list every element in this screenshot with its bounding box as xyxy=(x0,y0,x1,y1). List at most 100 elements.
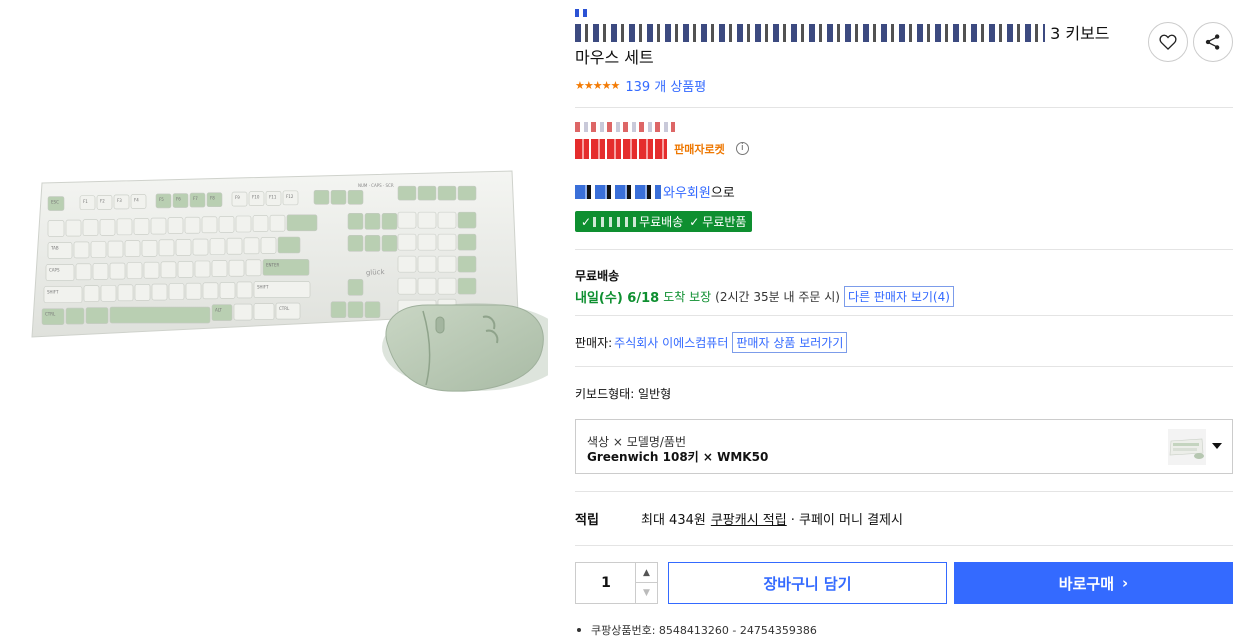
keycap xyxy=(184,216,201,234)
check-icon: ✓ xyxy=(689,214,700,229)
keycap xyxy=(364,213,381,230)
keycap xyxy=(457,185,477,201)
keycap xyxy=(330,189,347,205)
keycap xyxy=(245,259,262,277)
keycap-label: F3 xyxy=(117,198,122,203)
wow-member-price: 와우회원 으로 xyxy=(575,182,735,201)
delivery-date: 내일(수) 6/18 xyxy=(575,291,660,306)
keycap xyxy=(194,260,211,278)
info-icon[interactable]: i xyxy=(735,142,749,155)
coupang-cash-link[interactable]: 쿠팡캐시 적립 xyxy=(711,509,787,528)
keycap xyxy=(109,306,211,324)
keycap-label: F1 xyxy=(83,199,88,204)
quantity-input[interactable] xyxy=(576,563,636,603)
chevron-down-icon xyxy=(1212,443,1222,449)
keycap-label: CTRL xyxy=(279,306,290,311)
keycap xyxy=(90,241,107,258)
keycap-label: CTRL xyxy=(45,312,56,317)
heart-icon xyxy=(1159,34,1177,51)
product-main-image[interactable]: ESC F1 F2 F3 F4 F5 F6 F7 F8 F9 F10 F11 F12 TAB CAPS ENT… xyxy=(28,165,570,400)
keycap xyxy=(65,219,82,237)
keycap-label: F9 xyxy=(235,195,240,200)
product-id-text: 쿠팡상품번호: 8548413260 - 24754359386 xyxy=(591,624,817,637)
keycap xyxy=(397,277,417,295)
other-sellers-button[interactable]: 다른 판매자 보기(4) xyxy=(843,286,954,307)
brand-link[interactable] xyxy=(575,2,605,17)
keycap xyxy=(65,307,85,325)
rating-row: ★★★★★ 139 개 상품평 xyxy=(575,76,706,95)
keycap xyxy=(202,282,219,300)
keycap-label: F6 xyxy=(176,197,181,202)
keycap xyxy=(175,239,192,256)
keycap xyxy=(260,237,277,254)
seller-products-button[interactable]: 판매자 상품 보러가기 xyxy=(732,332,848,353)
keycap xyxy=(236,281,253,299)
keycap xyxy=(107,240,124,258)
keycap xyxy=(47,220,65,237)
keycap xyxy=(347,279,364,296)
quantity-increase-button[interactable]: ▲ xyxy=(635,563,657,583)
keycap xyxy=(150,217,167,235)
keycap xyxy=(286,214,318,232)
title-masked-text xyxy=(575,24,1045,42)
star-rating-icon: ★★★★★ xyxy=(575,79,620,92)
option-select[interactable]: 색상 × 모델명/품번 Greenwich 108키 × WMK50 xyxy=(575,419,1233,474)
share-icon xyxy=(1205,34,1220,50)
free-shipping-badge: 무료배송 xyxy=(639,215,684,229)
keycap xyxy=(126,262,143,279)
keycap xyxy=(117,284,134,302)
option-value: Greenwich 108키 × WMK50 xyxy=(587,450,769,464)
keycap xyxy=(417,277,437,295)
keycap xyxy=(83,285,100,302)
points-row: 적립 최대 434원 쿠팡캐시 적립 · 쿠페이 머니 결제시 xyxy=(575,509,903,528)
quantity-decrease-button[interactable]: ▼ xyxy=(635,583,657,603)
svg-text:NUM · CAPS · SCR: NUM · CAPS · SCR xyxy=(358,183,394,188)
keycap xyxy=(124,240,141,257)
sale-price-masked xyxy=(575,138,667,159)
keycap xyxy=(228,259,245,277)
seller-name-link[interactable]: 주식회사 이에스컴퓨터 xyxy=(614,334,728,351)
keycap xyxy=(381,213,398,230)
keycap xyxy=(457,211,477,229)
keycap xyxy=(417,233,437,251)
original-price-masked xyxy=(575,122,675,132)
review-count-link[interactable]: 139 개 상품평 xyxy=(625,76,706,95)
keycap xyxy=(417,211,437,229)
keycap xyxy=(151,283,168,301)
title-suffix: 3 키보드 xyxy=(1050,24,1110,43)
wow-member-link[interactable]: 와우회원 xyxy=(663,182,711,201)
keycap xyxy=(364,301,381,319)
keycap xyxy=(82,219,99,236)
product-title: 3 키보드 마우스 세트 xyxy=(575,22,1135,70)
product-id-row: 쿠팡상품번호: 8548413260 - 24754359386 xyxy=(575,622,817,638)
order-condition: (2시간 35분 내 주문 시) xyxy=(715,290,840,304)
keycap xyxy=(99,218,116,236)
keycap xyxy=(252,215,269,232)
keycap xyxy=(381,235,398,252)
add-to-cart-label: 장바구니 담기 xyxy=(763,574,852,593)
keycap-label: F11 xyxy=(269,194,277,199)
add-to-cart-button[interactable]: 장바구니 담기 xyxy=(668,562,947,604)
check-icon: ✓ xyxy=(581,214,592,229)
keycap-label: F4 xyxy=(134,198,139,203)
keyboard-type-spec: 키보드형태: 일반형 xyxy=(575,387,672,401)
keycap-label: SHIFT xyxy=(47,290,59,295)
buy-now-button[interactable]: 바로구매 › xyxy=(954,562,1233,604)
keycap xyxy=(168,283,185,300)
free-return-badge: 무료반품 xyxy=(702,215,747,229)
chevron-right-icon: › xyxy=(1122,574,1129,592)
keycap xyxy=(397,255,417,273)
keycap xyxy=(73,241,90,259)
option-thumbnail xyxy=(1168,429,1206,465)
keycap xyxy=(437,233,457,251)
keycap-label: F12 xyxy=(286,194,294,199)
quantity-stepper: ▲ ▼ xyxy=(575,562,658,604)
share-button[interactable] xyxy=(1193,22,1233,62)
wow-suffix: 으로 xyxy=(710,186,735,201)
divider xyxy=(575,366,1233,367)
keycap-label: TAB xyxy=(50,246,59,251)
keycap xyxy=(133,218,150,235)
keycap xyxy=(437,277,457,295)
wishlist-button[interactable] xyxy=(1148,22,1188,62)
keycap xyxy=(253,303,275,320)
